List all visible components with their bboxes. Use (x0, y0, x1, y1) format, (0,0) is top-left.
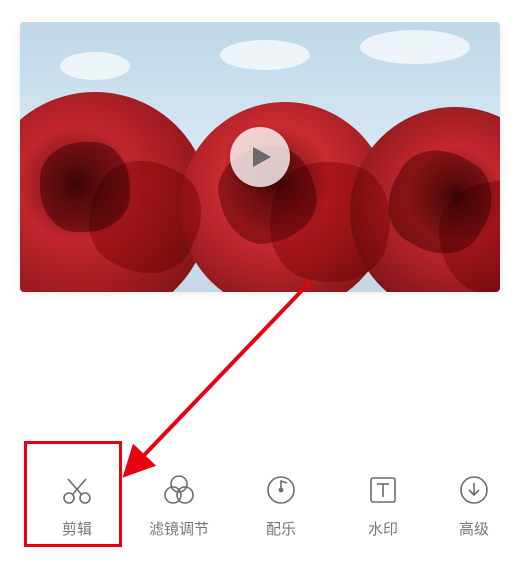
tool-music[interactable]: 配乐 (230, 472, 332, 539)
video-preview[interactable] (20, 22, 500, 292)
tool-edit-label: 剪辑 (62, 518, 92, 539)
play-icon (251, 145, 273, 169)
music-icon (263, 472, 299, 508)
tool-advanced[interactable]: 高级 (434, 472, 514, 539)
tool-advanced-label: 高级 (459, 518, 489, 539)
tool-watermark-label: 水印 (368, 518, 398, 539)
screenshot-stage: 剪辑 滤镜调节 配乐 (0, 0, 520, 575)
tool-filter[interactable]: 滤镜调节 (128, 472, 230, 539)
tool-filter-label: 滤镜调节 (149, 518, 209, 539)
text-icon (365, 472, 401, 508)
tool-music-label: 配乐 (266, 518, 296, 539)
download-icon (456, 472, 492, 508)
tool-watermark[interactable]: 水印 (332, 472, 434, 539)
tool-edit[interactable]: 剪辑 (26, 472, 128, 539)
play-button[interactable] (230, 127, 290, 187)
scissors-icon (59, 472, 95, 508)
filter-icon (161, 472, 197, 508)
toolbar: 剪辑 滤镜调节 配乐 (0, 445, 520, 565)
